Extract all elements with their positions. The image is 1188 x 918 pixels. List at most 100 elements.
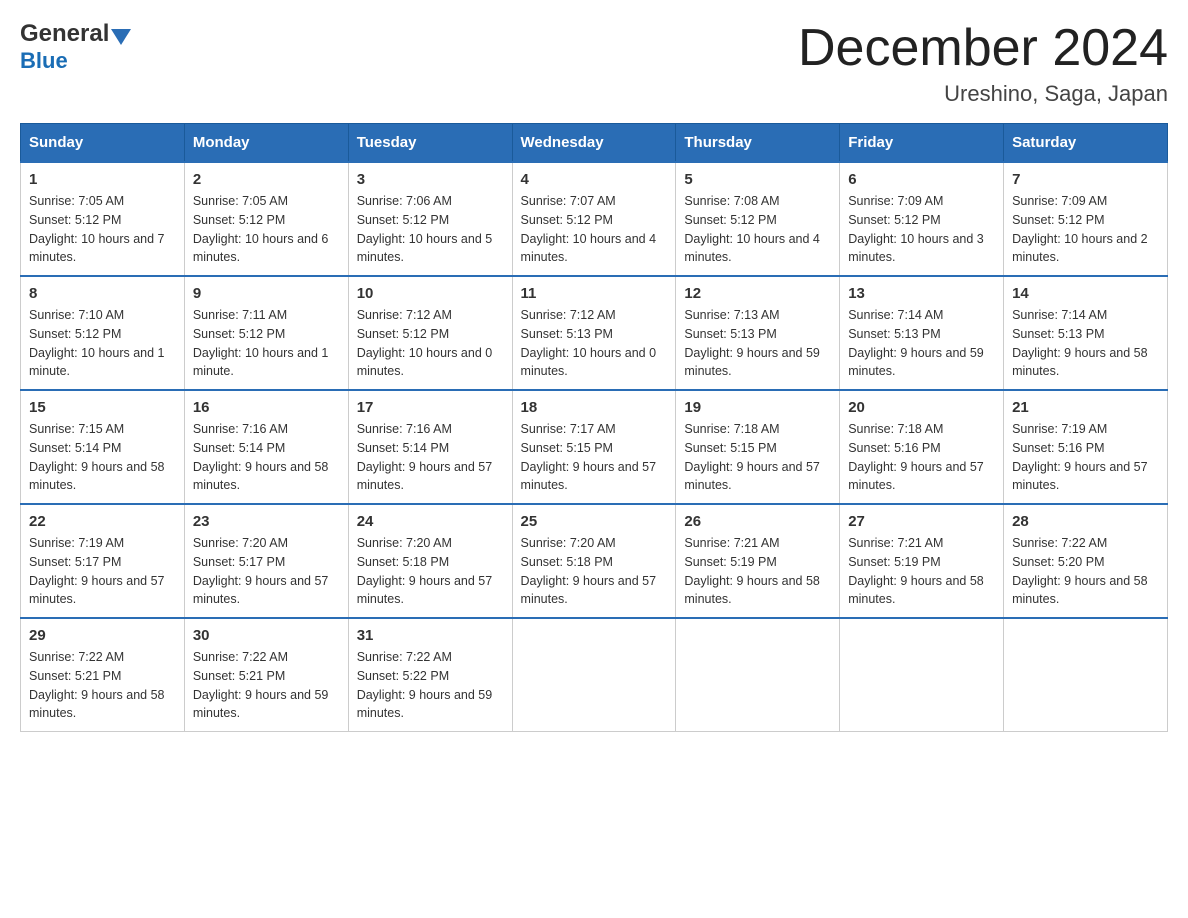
day-cell: 1 Sunrise: 7:05 AMSunset: 5:12 PMDaylight… (21, 162, 185, 276)
day-number: 25 (521, 513, 668, 530)
day-info: Sunrise: 7:05 AMSunset: 5:12 PMDaylight:… (29, 192, 176, 267)
day-info: Sunrise: 7:06 AMSunset: 5:12 PMDaylight:… (357, 192, 504, 267)
day-number: 10 (357, 285, 504, 302)
day-number: 26 (684, 513, 831, 530)
day-info: Sunrise: 7:16 AMSunset: 5:14 PMDaylight:… (357, 420, 504, 495)
day-cell: 6Sunrise: 7:09 AMSunset: 5:12 PMDaylight… (840, 162, 1004, 276)
day-number: 1 (29, 171, 176, 188)
day-info: Sunrise: 7:08 AMSunset: 5:12 PMDaylight:… (684, 192, 831, 267)
day-number: 5 (684, 171, 831, 188)
day-number: 16 (193, 399, 340, 416)
day-number: 4 (521, 171, 668, 188)
header-tuesday: Tuesday (348, 124, 512, 163)
week-row-2: 8Sunrise: 7:10 AMSunset: 5:12 PMDaylight… (21, 276, 1168, 390)
day-cell: 2Sunrise: 7:05 AMSunset: 5:12 PMDaylight… (184, 162, 348, 276)
day-info: Sunrise: 7:09 AMSunset: 5:12 PMDaylight:… (1012, 192, 1159, 267)
day-number: 15 (29, 399, 176, 416)
day-cell: 22 Sunrise: 7:19 AMSunset: 5:17 PMDayligh… (21, 504, 185, 618)
day-cell: 27 Sunrise: 7:21 AMSunset: 5:19 PMDayligh… (840, 504, 1004, 618)
day-cell: 20 Sunrise: 7:18 AMSunset: 5:16 PMDayligh… (840, 390, 1004, 504)
day-info: Sunrise: 7:12 AMSunset: 5:12 PMDaylight:… (357, 306, 504, 381)
day-cell: 12Sunrise: 7:13 AMSunset: 5:13 PMDayligh… (676, 276, 840, 390)
day-info: Sunrise: 7:18 AMSunset: 5:16 PMDaylight:… (848, 420, 995, 495)
day-info: Sunrise: 7:11 AMSunset: 5:12 PMDaylight:… (193, 306, 340, 381)
day-cell: 11 Sunrise: 7:12 AMSunset: 5:13 PMDayligh… (512, 276, 676, 390)
location-subtitle: Ureshino, Saga, Japan (798, 81, 1168, 107)
day-info: Sunrise: 7:07 AMSunset: 5:12 PMDaylight:… (521, 192, 668, 267)
day-number: 20 (848, 399, 995, 416)
day-info: Sunrise: 7:22 AMSunset: 5:20 PMDaylight:… (1012, 534, 1159, 609)
day-info: Sunrise: 7:19 AMSunset: 5:16 PMDaylight:… (1012, 420, 1159, 495)
day-number: 21 (1012, 399, 1159, 416)
day-cell: 13Sunrise: 7:14 AMSunset: 5:13 PMDayligh… (840, 276, 1004, 390)
month-year-title: December 2024 (798, 20, 1168, 77)
day-cell: 3 Sunrise: 7:06 AMSunset: 5:12 PMDaylight… (348, 162, 512, 276)
day-number: 11 (521, 285, 668, 302)
day-cell: 10 Sunrise: 7:12 AMSunset: 5:12 PMDayligh… (348, 276, 512, 390)
logo-blue-text: Blue (20, 48, 68, 74)
header-row: SundayMondayTuesdayWednesdayThursdayFrid… (21, 124, 1168, 163)
logo-general-text: General (20, 20, 109, 48)
week-row-3: 15Sunrise: 7:15 AMSunset: 5:14 PMDayligh… (21, 390, 1168, 504)
header-monday: Monday (184, 124, 348, 163)
day-number: 17 (357, 399, 504, 416)
day-number: 30 (193, 627, 340, 644)
day-cell: 19 Sunrise: 7:18 AMSunset: 5:15 PMDayligh… (676, 390, 840, 504)
day-number: 3 (357, 171, 504, 188)
day-cell: 4 Sunrise: 7:07 AMSunset: 5:12 PMDaylight… (512, 162, 676, 276)
day-cell: 25Sunrise: 7:20 AMSunset: 5:18 PMDayligh… (512, 504, 676, 618)
title-area: December 2024 Ureshino, Saga, Japan (798, 20, 1168, 107)
day-info: Sunrise: 7:18 AMSunset: 5:15 PMDaylight:… (684, 420, 831, 495)
day-cell (840, 618, 1004, 732)
day-number: 2 (193, 171, 340, 188)
day-cell: 21 Sunrise: 7:19 AMSunset: 5:16 PMDayligh… (1004, 390, 1168, 504)
day-info: Sunrise: 7:14 AMSunset: 5:13 PMDaylight:… (1012, 306, 1159, 381)
day-number: 14 (1012, 285, 1159, 302)
day-cell: 7 Sunrise: 7:09 AMSunset: 5:12 PMDaylight… (1004, 162, 1168, 276)
day-info: Sunrise: 7:19 AMSunset: 5:17 PMDaylight:… (29, 534, 176, 609)
day-info: Sunrise: 7:20 AMSunset: 5:18 PMDaylight:… (357, 534, 504, 609)
header-friday: Friday (840, 124, 1004, 163)
day-number: 18 (521, 399, 668, 416)
day-cell: 9Sunrise: 7:11 AMSunset: 5:12 PMDaylight… (184, 276, 348, 390)
day-cell: 29 Sunrise: 7:22 AMSunset: 5:21 PMDayligh… (21, 618, 185, 732)
day-info: Sunrise: 7:22 AMSunset: 5:21 PMDaylight:… (29, 648, 176, 723)
day-info: Sunrise: 7:14 AMSunset: 5:13 PMDaylight:… (848, 306, 995, 381)
day-info: Sunrise: 7:21 AMSunset: 5:19 PMDaylight:… (848, 534, 995, 609)
day-cell: 24Sunrise: 7:20 AMSunset: 5:18 PMDayligh… (348, 504, 512, 618)
week-row-4: 22 Sunrise: 7:19 AMSunset: 5:17 PMDayligh… (21, 504, 1168, 618)
day-number: 28 (1012, 513, 1159, 530)
day-cell: 15Sunrise: 7:15 AMSunset: 5:14 PMDayligh… (21, 390, 185, 504)
day-cell: 5 Sunrise: 7:08 AMSunset: 5:12 PMDaylight… (676, 162, 840, 276)
day-cell: 14 Sunrise: 7:14 AMSunset: 5:13 PMDayligh… (1004, 276, 1168, 390)
day-info: Sunrise: 7:10 AMSunset: 5:12 PMDaylight:… (29, 306, 176, 381)
day-cell: 16 Sunrise: 7:16 AMSunset: 5:14 PMDayligh… (184, 390, 348, 504)
day-cell (512, 618, 676, 732)
header-thursday: Thursday (676, 124, 840, 163)
day-number: 7 (1012, 171, 1159, 188)
day-number: 19 (684, 399, 831, 416)
day-info: Sunrise: 7:16 AMSunset: 5:14 PMDaylight:… (193, 420, 340, 495)
day-cell (676, 618, 840, 732)
day-number: 23 (193, 513, 340, 530)
logo-arrow-icon (111, 29, 131, 45)
header-saturday: Saturday (1004, 124, 1168, 163)
day-cell: 8Sunrise: 7:10 AMSunset: 5:12 PMDaylight… (21, 276, 185, 390)
day-number: 22 (29, 513, 176, 530)
day-cell: 28 Sunrise: 7:22 AMSunset: 5:20 PMDayligh… (1004, 504, 1168, 618)
day-number: 31 (357, 627, 504, 644)
day-info: Sunrise: 7:12 AMSunset: 5:13 PMDaylight:… (521, 306, 668, 381)
day-number: 27 (848, 513, 995, 530)
day-number: 12 (684, 285, 831, 302)
day-info: Sunrise: 7:22 AMSunset: 5:21 PMDaylight:… (193, 648, 340, 723)
week-row-5: 29 Sunrise: 7:22 AMSunset: 5:21 PMDayligh… (21, 618, 1168, 732)
day-number: 6 (848, 171, 995, 188)
day-info: Sunrise: 7:20 AMSunset: 5:17 PMDaylight:… (193, 534, 340, 609)
calendar-table: SundayMondayTuesdayWednesdayThursdayFrid… (20, 123, 1168, 732)
page-header: General Blue December 2024 Ureshino, Sag… (20, 20, 1168, 107)
day-number: 29 (29, 627, 176, 644)
day-cell: 18Sunrise: 7:17 AMSunset: 5:15 PMDayligh… (512, 390, 676, 504)
day-cell: 23 Sunrise: 7:20 AMSunset: 5:17 PMDayligh… (184, 504, 348, 618)
day-cell: 26Sunrise: 7:21 AMSunset: 5:19 PMDayligh… (676, 504, 840, 618)
day-info: Sunrise: 7:22 AMSunset: 5:22 PMDaylight:… (357, 648, 504, 723)
